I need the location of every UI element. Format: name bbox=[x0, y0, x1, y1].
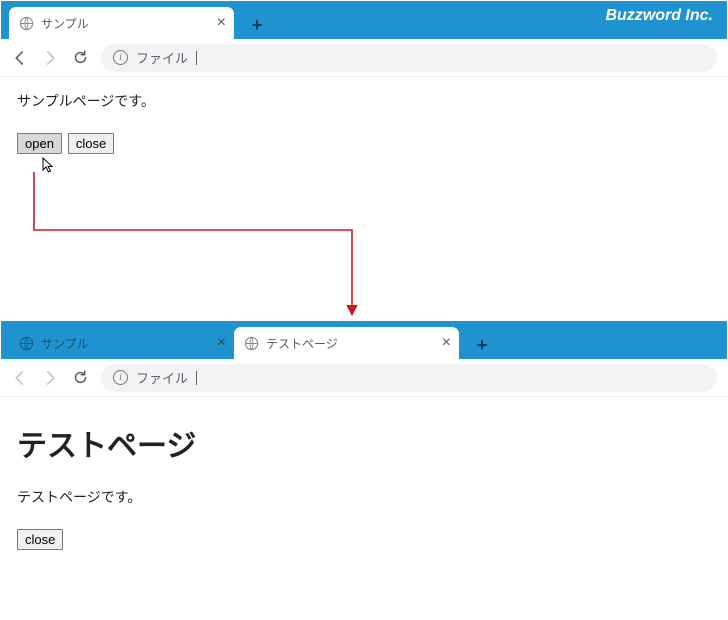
new-tab-button[interactable]: + bbox=[467, 331, 497, 359]
globe-icon bbox=[19, 336, 34, 351]
forward-button[interactable] bbox=[41, 49, 59, 67]
close-tab-icon[interactable]: × bbox=[217, 15, 226, 31]
text-caret bbox=[196, 51, 197, 65]
globe-icon bbox=[19, 16, 34, 31]
browser-window-top: サンプル × + Buzzword Inc. i ファイル サンプルページ bbox=[0, 0, 728, 318]
back-button[interactable] bbox=[11, 49, 29, 67]
info-icon: i bbox=[113, 50, 128, 65]
tab-sample[interactable]: サンプル × bbox=[9, 327, 234, 359]
page-text: テストページです。 bbox=[17, 487, 711, 507]
tab-strip: サンプル × + Buzzword Inc. bbox=[1, 1, 727, 39]
reload-button[interactable] bbox=[71, 369, 89, 387]
close-tab-icon[interactable]: × bbox=[217, 335, 226, 351]
tab-label: サンプル bbox=[41, 15, 89, 32]
toolbar: i ファイル bbox=[1, 359, 727, 397]
close-tab-icon[interactable]: × bbox=[442, 335, 451, 351]
close-button[interactable]: close bbox=[17, 529, 63, 550]
page-content: サンプルページです。 open close bbox=[1, 77, 727, 168]
tab-label: テストページ bbox=[266, 335, 338, 352]
tab-strip: サンプル × テストページ × + bbox=[1, 321, 727, 359]
open-button[interactable]: open bbox=[17, 133, 62, 154]
tab-label: サンプル bbox=[41, 335, 89, 352]
toolbar: i ファイル bbox=[1, 39, 727, 77]
address-text: ファイル bbox=[136, 48, 188, 67]
page-text: サンプルページです。 bbox=[17, 91, 711, 111]
info-icon: i bbox=[113, 370, 128, 385]
text-caret bbox=[196, 371, 197, 385]
new-tab-button[interactable]: + bbox=[242, 11, 272, 39]
address-bar[interactable]: i ファイル bbox=[101, 364, 717, 392]
close-button[interactable]: close bbox=[68, 133, 114, 154]
page-heading: テストページ bbox=[17, 421, 711, 465]
forward-button[interactable] bbox=[41, 369, 59, 387]
brand-label: Buzzword Inc. bbox=[605, 7, 713, 25]
address-bar[interactable]: i ファイル bbox=[101, 44, 717, 72]
globe-icon bbox=[244, 336, 259, 351]
reload-button[interactable] bbox=[71, 49, 89, 67]
tab-sample[interactable]: サンプル × bbox=[9, 7, 234, 39]
page-content: テストページ テストページです。 close bbox=[1, 397, 727, 564]
back-button[interactable] bbox=[11, 369, 29, 387]
address-text: ファイル bbox=[136, 368, 188, 387]
browser-window-bottom: サンプル × テストページ × + i bbox=[0, 320, 728, 620]
tab-testpage[interactable]: テストページ × bbox=[234, 327, 459, 359]
